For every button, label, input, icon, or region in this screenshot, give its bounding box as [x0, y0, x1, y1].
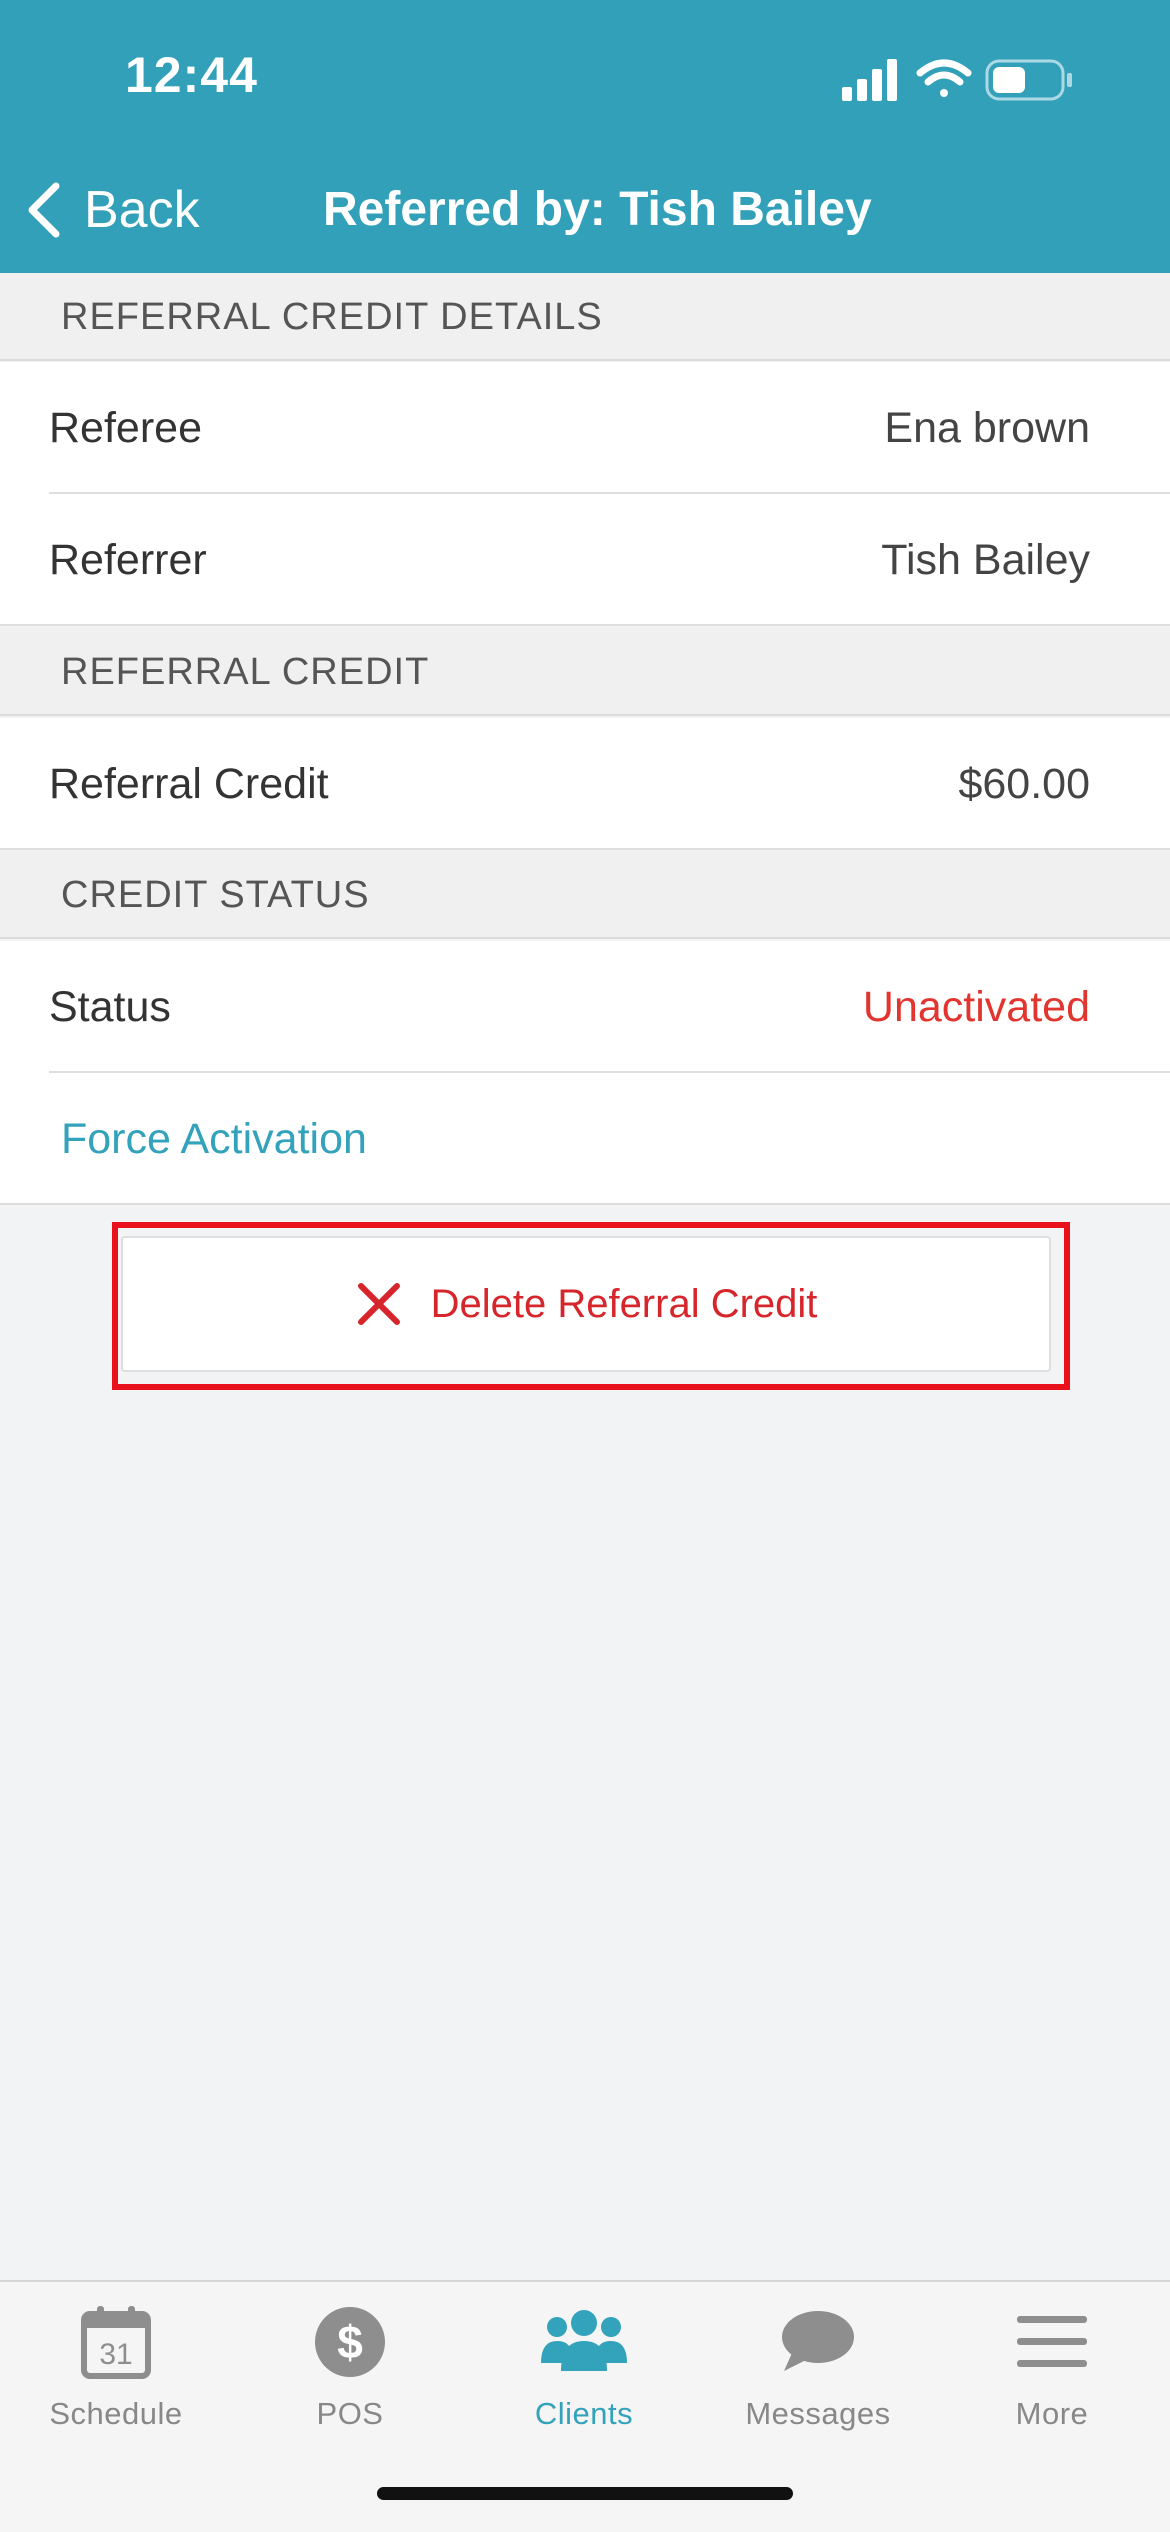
referee-label: Referee [49, 404, 202, 452]
chevron-left-icon [28, 182, 60, 238]
close-icon [357, 1283, 400, 1325]
row-divider [0, 624, 1170, 626]
chat-bubble-icon [782, 2311, 854, 2371]
credit-label: Referral Credit [49, 760, 329, 808]
app-header: 12:44 Back Referred by: Tish Bailey [0, 0, 1170, 273]
calendar-icon: 31 [81, 2306, 151, 2379]
back-label: Back [84, 181, 200, 239]
page-title: Referred by: Tish Bailey [323, 183, 872, 236]
section-header-status: CREDIT STATUS [0, 851, 1170, 939]
status-row: Status Unactivated [0, 941, 1170, 1073]
status-bar: 12:44 [0, 0, 1170, 150]
menu-icon [1017, 2316, 1087, 2367]
back-button[interactable]: Back [24, 170, 200, 250]
row-divider [0, 1203, 1170, 1205]
section-header-credit: REFERRAL CREDIT [0, 628, 1170, 716]
tab-more-label: More [1015, 2396, 1089, 2431]
calendar-day: 31 [99, 2338, 132, 2371]
row-divider [0, 848, 1170, 850]
svg-text:$: $ [337, 2316, 363, 2368]
home-indicator [377, 2487, 793, 2500]
delete-label: Delete Referral Credit [430, 1281, 818, 1326]
wifi-icon [916, 59, 972, 97]
tab-clients[interactable]: Clients [484, 2302, 684, 2432]
referrer-value: Tish Bailey [881, 536, 1090, 584]
credit-value: $60.00 [958, 760, 1090, 808]
tab-schedule[interactable]: 31 Schedule [16, 2302, 216, 2432]
force-activation-row[interactable]: Force Activation [0, 1073, 1170, 1205]
people-icon [541, 2310, 627, 2371]
status-time: 12:44 [125, 47, 258, 103]
nav-bar: Back Referred by: Tish Bailey [0, 160, 1170, 260]
dollar-icon: $ [315, 2307, 385, 2377]
tab-schedule-label: Schedule [49, 2396, 183, 2431]
tab-more[interactable]: More [952, 2302, 1152, 2432]
delete-referral-credit-button[interactable]: Delete Referral Credit [121, 1236, 1051, 1372]
section-header-details: REFERRAL CREDIT DETAILS [0, 273, 1170, 361]
status-label: Status [49, 983, 171, 1031]
signal-icon [842, 59, 897, 101]
status-icons [842, 55, 1092, 105]
tab-messages[interactable]: Messages [718, 2302, 918, 2432]
force-activation-button[interactable]: Force Activation [61, 1073, 367, 1205]
referrer-label: Referrer [49, 536, 207, 584]
tab-messages-label: Messages [745, 2396, 891, 2431]
referee-row: Referee Ena brown [0, 362, 1170, 494]
tab-clients-label: Clients [534, 2396, 634, 2431]
referee-value: Ena brown [884, 404, 1090, 452]
tab-pos-label: POS [316, 2396, 384, 2431]
credit-row: Referral Credit $60.00 [0, 718, 1170, 850]
battery-icon [985, 59, 1072, 101]
status-value: Unactivated [862, 983, 1090, 1031]
tab-pos[interactable]: $ POS [250, 2302, 450, 2432]
referrer-row: Referrer Tish Bailey [0, 494, 1170, 626]
